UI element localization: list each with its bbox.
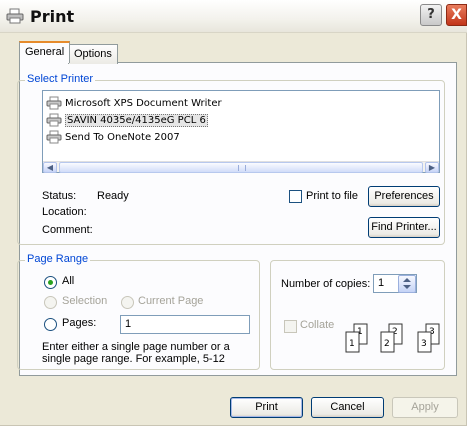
tab-general[interactable]: General [19, 41, 71, 63]
page-range-legend: Page Range [25, 253, 91, 265]
collate-pages-icon: 1 1 2 2 3 3 [345, 323, 440, 353]
scroll-right-arrow-icon[interactable]: ▶ [425, 162, 439, 173]
print-to-file-checkbox[interactable] [289, 190, 302, 203]
preferences-button[interactable]: Preferences [368, 186, 440, 207]
grip-icon [238, 165, 246, 171]
title-bar: Print ? X [0, 0, 467, 33]
location-label: Location: [42, 206, 87, 218]
pages-label[interactable]: Pages: [62, 317, 96, 329]
current-page-label[interactable]: Current Page [138, 295, 203, 307]
collate-checkbox[interactable] [284, 320, 297, 333]
printer-item-xps[interactable]: Microsoft XPS Document Writer [46, 94, 222, 112]
collate-digit: 3 [421, 339, 427, 349]
all-label[interactable]: All [62, 275, 74, 287]
scroll-thumb[interactable] [59, 162, 423, 173]
printer-icon [46, 113, 62, 127]
tab-options[interactable]: Options [68, 44, 118, 64]
close-button[interactable]: X [446, 4, 467, 26]
page-range-hint: Enter either a single page number or a s… [42, 341, 230, 365]
selection-radio[interactable] [44, 296, 57, 309]
print-to-file-label[interactable]: Print to file [306, 190, 358, 202]
printer-item-savin[interactable]: SAVIN 4035e/4135eG PCL 6 [46, 111, 208, 129]
find-printer-button[interactable]: Find Printer... [368, 217, 440, 238]
scroll-left-arrow-icon[interactable]: ◀ [43, 162, 57, 173]
print-button[interactable]: Print [230, 397, 303, 418]
collate-digit: 1 [349, 339, 355, 349]
apply-button[interactable]: Apply [392, 397, 458, 418]
horizontal-scrollbar[interactable]: ◀ ▶ [43, 161, 439, 173]
printer-icon [46, 96, 62, 110]
current-page-radio[interactable] [121, 296, 134, 309]
select-printer-legend: Select Printer [25, 73, 96, 85]
pages-radio[interactable] [44, 318, 57, 331]
spinner-down-icon[interactable] [403, 285, 411, 289]
help-button[interactable]: ? [420, 4, 442, 26]
status-label: Status: [42, 190, 77, 202]
pages-input[interactable]: 1 [120, 315, 250, 334]
all-radio[interactable] [44, 276, 57, 289]
printer-name: Send To OneNote 2007 [65, 131, 180, 143]
window-title: Print [30, 7, 75, 26]
printer-icon [46, 130, 62, 144]
collate-label[interactable]: Collate [300, 319, 334, 331]
collate-digit: 2 [384, 339, 390, 349]
cancel-button[interactable]: Cancel [311, 397, 384, 418]
copies-spinner[interactable] [398, 275, 416, 293]
number-of-copies-label: Number of copies: [281, 278, 371, 290]
status-value: Ready [97, 190, 129, 202]
comment-label: Comment: [42, 224, 93, 236]
printer-name: SAVIN 4035e/4135eG PCL 6 [65, 113, 208, 127]
spinner-up-icon[interactable] [403, 278, 411, 282]
print-dialog: Print ? X General Options Select Printer… [0, 0, 467, 426]
printer-name: Microsoft XPS Document Writer [65, 97, 222, 109]
printer-icon [6, 8, 24, 24]
printer-item-onenote[interactable]: Send To OneNote 2007 [46, 128, 180, 146]
selection-label[interactable]: Selection [62, 295, 107, 307]
